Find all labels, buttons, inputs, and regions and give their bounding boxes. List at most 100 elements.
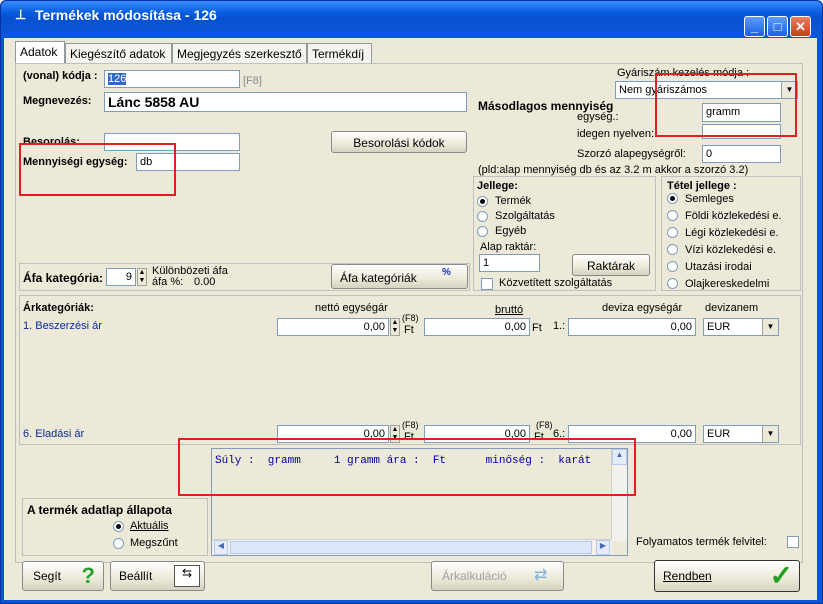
alap-raktar-label: Alap raktár: [480, 241, 537, 253]
jellege-title: Jellege: [477, 180, 518, 192]
kozvetitett-checkbox[interactable] [481, 278, 493, 290]
tetel-radio-utazasi[interactable] [667, 261, 678, 272]
arkalkulacio-button[interactable]: Árkalkuláció ⇄ [431, 561, 564, 591]
chevron-down-icon[interactable]: ▼ [762, 426, 778, 442]
tetel-label-legi: Légi közlekedési e. [685, 227, 779, 239]
tetel-label-olaj: Olajkereskedelmi [685, 278, 770, 290]
jellege-label-szolgaltatas: Szolgáltatás [495, 210, 555, 222]
rendben-button[interactable]: Rendben ✓ [654, 560, 800, 592]
folyamatos-label: Folyamatos termék felvitel: [636, 536, 767, 548]
kod-input[interactable]: 126 [104, 70, 240, 88]
hscroll-thumb[interactable] [230, 541, 592, 554]
beallit-label: Beállít [119, 569, 153, 583]
ar-title: Árkategóriák: [23, 302, 94, 314]
afa-kategoriak-button[interactable]: Áfa kategóriák % [331, 264, 468, 289]
idegen-label: idegen nyelven: [577, 128, 655, 140]
megnevezes-label: Megnevezés: [23, 95, 92, 107]
segit-label: Segít [33, 569, 62, 583]
scroll-right-icon[interactable]: ▶ [596, 540, 610, 555]
kod-value: 126 [108, 73, 127, 85]
tetel-radio-legi[interactable] [667, 227, 678, 238]
szorzo-input[interactable]: 0 [702, 145, 781, 163]
tetel-label-vizi: Vízi közlekedési e. [685, 244, 777, 256]
afa-szazalek-label: áfa %: [152, 276, 184, 288]
afa-label: Áfa kategória: [23, 271, 104, 285]
tab-kiegeszito[interactable]: Kiegészítő adatok [65, 43, 172, 63]
segit-button[interactable]: Segít? [22, 561, 104, 591]
row6-devizanem-select[interactable]: EUR ▼ [703, 425, 779, 443]
alap-raktar-input[interactable]: 1 [479, 254, 540, 272]
szorzo-label: Szorzó alapegységről: [577, 148, 686, 160]
megnevezes-input[interactable]: Lánc 5858 AU [104, 92, 467, 112]
row6-label: 6. Eladási ár [23, 428, 85, 440]
brutto-header: bruttó [495, 304, 524, 316]
tetel-label-semleges: Semleges [685, 193, 734, 205]
highlight-mennyisegi [19, 143, 176, 196]
row1-ft1: Ft [404, 324, 414, 336]
row6-f8: (F8) [402, 420, 419, 430]
row1-devizanem-value: EUR [707, 321, 731, 333]
row1-netto-spinner[interactable]: ▲ ▼ [390, 318, 400, 336]
netto-header: nettó egységár [315, 302, 388, 314]
row1-label: 1. Beszerzési ár [23, 320, 102, 332]
jellege-radio-egyeb[interactable] [477, 226, 488, 237]
egyseg-label: egység.: [577, 111, 619, 123]
row1-idx: 1.: [553, 320, 566, 332]
minimize-button[interactable]: _ [744, 16, 765, 37]
kozvetitett-label: Közvetített szolgáltatás [499, 277, 613, 289]
afa-kategoriak-label: Áfa kategóriák [340, 271, 417, 285]
row1-brutto-input[interactable]: 0,00 [424, 318, 530, 336]
folyamatos-checkbox[interactable] [787, 536, 799, 548]
afa-szazalek-value: 0.00 [194, 276, 216, 288]
tetel-label-foldi: Földi közlekedési e. [685, 210, 782, 222]
jellege-label-egyeb: Egyéb [495, 225, 527, 237]
allapot-label-aktualis: Aktuális [130, 520, 169, 532]
chevron-down-icon[interactable]: ▼ [762, 319, 778, 335]
calculation-icon: ⇄ [534, 567, 548, 584]
tetel-title: Tétel jellege : [667, 180, 737, 192]
highlight-memo [178, 438, 636, 496]
tetel-radio-semleges[interactable] [667, 193, 678, 204]
tetel-radio-foldi[interactable] [667, 210, 678, 221]
tetel-radio-olaj[interactable] [667, 278, 678, 289]
afa-icon: % [442, 267, 451, 278]
maximize-button[interactable]: □ [767, 16, 788, 37]
row1-netto-input[interactable]: 0,00 [277, 318, 389, 336]
settings-icon: ⇆ [174, 565, 200, 587]
szorzo-note: (pld:alap mennyiség db és az 3.2 m akkor… [478, 164, 749, 176]
besorolasi-kodok-button[interactable]: Besorolási kódok [331, 131, 467, 153]
kod-label: (vonal) kódja : [23, 70, 98, 82]
afa-input[interactable]: 9 [106, 268, 136, 286]
tab-megjegyzes[interactable]: Megjegyzés szerkesztő [172, 43, 307, 63]
row1-devizanem-select[interactable]: EUR ▼ [703, 318, 779, 336]
jellege-label-termek: Termék [495, 195, 532, 207]
tetel-radio-vizi[interactable] [667, 244, 678, 255]
tab-adatok[interactable]: Adatok [15, 41, 65, 64]
memo-hscroll[interactable]: ◀ ▶ [212, 539, 612, 555]
row1-deviza-input[interactable]: 0,00 [568, 318, 696, 336]
tetel-label-utazasi: Utazási irodai [685, 261, 752, 273]
jellege-radio-termek[interactable] [477, 196, 488, 207]
jellege-radio-szolgaltatas[interactable] [477, 211, 488, 222]
row6-devizanem-value: EUR [707, 428, 731, 440]
scroll-left-icon[interactable]: ◀ [214, 540, 228, 555]
allapot-radio-aktualis[interactable] [113, 521, 124, 532]
devizanem-header: devizanem [705, 302, 759, 314]
beallit-button[interactable]: Beállít ⇆ [110, 561, 205, 591]
raktarak-button[interactable]: Raktárak [572, 254, 650, 276]
allapot-radio-megszunt[interactable] [113, 538, 124, 549]
row6-f8b: (F8) [536, 420, 553, 430]
help-icon: ? [81, 563, 95, 588]
afa-spinner[interactable]: ▲ ▼ [137, 268, 147, 286]
tab-termekdij[interactable]: Termékdíj [307, 43, 372, 63]
arkalkulacio-label: Árkalkuláció [442, 569, 507, 583]
close-button[interactable]: ✕ [790, 16, 811, 37]
highlight-gyariszam [655, 73, 797, 137]
rendben-label: Rendben [663, 569, 712, 583]
checkmark-icon: ✓ [769, 560, 793, 591]
allapot-label-megszunt: Megszűnt [130, 537, 178, 549]
title-bar: ⊥ Termékek módosítása - 126 _ □ ✕ [1, 1, 822, 37]
window-title: Termékek módosítása - 126 [35, 7, 217, 23]
row1-ft2: Ft [532, 322, 542, 334]
allapot-title: A termék adatlap állapota [27, 503, 172, 517]
